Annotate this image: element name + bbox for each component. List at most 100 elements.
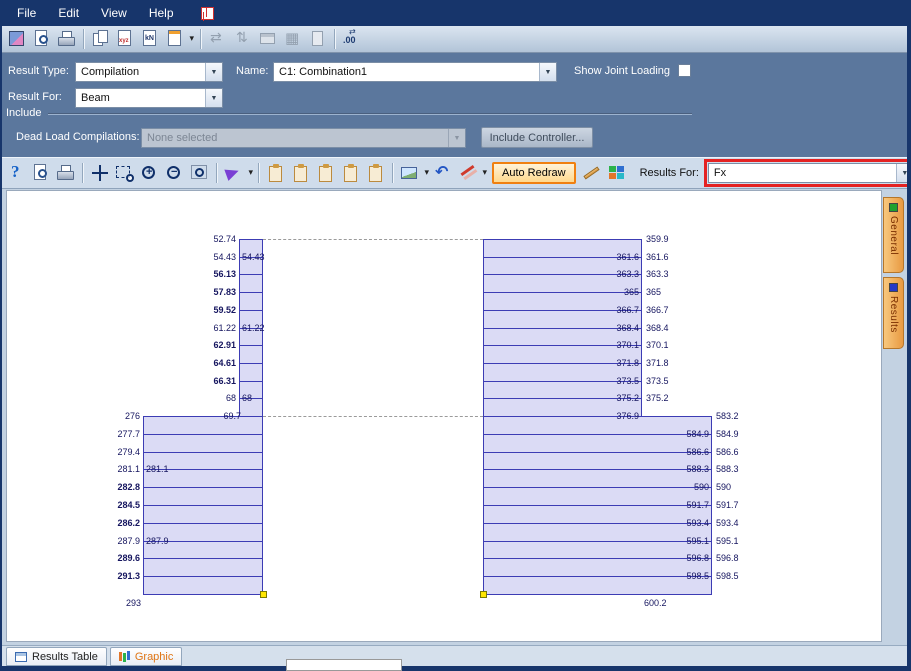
name-label: Name: [236,65,269,77]
diagram-value-label: 281.1 [117,464,140,475]
results-table-tab-label: Results Table [32,650,98,663]
image-dropdown-icon[interactable] [398,161,430,185]
tab-results[interactable]: Results [883,277,904,349]
draw-pen-icon[interactable] [580,161,604,185]
show-joint-loading-label: Show Joint Loading [574,65,671,77]
results-for-toolbar-label: Results For: [639,167,699,179]
export-xyz-icon[interactable] [114,27,138,51]
clipboard-save-icon[interactable] [339,161,363,185]
diagram-value-label: 365 [623,287,639,298]
results-panel: Result Type: Compilation ▼ Name: C1: Comb… [0,53,911,157]
toolbar-separator [334,29,336,49]
units-icon[interactable] [139,27,163,51]
include-controller-button[interactable]: Include Controller... [481,127,593,148]
tab-results-table[interactable]: Results Table [6,647,107,666]
window-bottom-edge [0,666,911,671]
bottom-tab-bar: Results Table Graphic [0,645,911,667]
diagram-value-label: 371.8 [646,357,669,368]
diagram-value-label: 64.61 [213,357,236,368]
diagram-value-label: 284.5 [117,500,140,510]
menu-help[interactable]: Help [138,2,185,24]
diagram-value-label: 282.8 [117,482,140,493]
result-for-combobox[interactable]: Beam ▼ [75,88,223,108]
diagram-value-label: 293 [125,598,141,608]
clipboard-view-icon[interactable] [314,161,338,185]
diagram-value-label: 584.9 [686,428,709,439]
chevron-down-icon[interactable]: ▼ [205,89,222,107]
diagram-value-label: 595.1 [716,535,739,546]
clipboard-copy-icon[interactable] [264,161,288,185]
node-handle[interactable] [480,591,487,598]
print-preview-icon[interactable] [30,27,54,51]
color-grid-icon[interactable] [605,161,629,185]
toolbar-separator [392,163,394,183]
zoom-extents-icon[interactable] [188,161,212,185]
annotate-dropdown-icon[interactable] [456,161,488,185]
side-tab-strip: General Results [882,189,908,645]
diagram-value-label: 363.3 [646,269,669,280]
diagram-value-label: 61.22 [213,322,236,333]
tab-general[interactable]: General [883,197,904,273]
window-left-edge [0,0,2,671]
diagram-value-label: 363.3 [616,269,639,280]
force-bar [143,505,263,524]
zoom-in-icon[interactable] [138,161,162,185]
chevron-down-icon[interactable]: ▼ [539,63,556,81]
diagram-value-label: 276 [124,411,140,421]
diagram-value-label: 595.1 [686,535,709,546]
diagram-value-label: 375.2 [646,393,669,404]
zoom-window-icon[interactable] [113,161,137,185]
diagram-canvas[interactable]: 52.74 54.43 54.43 56.13 57.83 59.52 61.22 61.22… [6,190,882,642]
menu-file[interactable]: File [6,2,47,24]
diagram-value-label: 591.7 [716,500,739,510]
pan-icon[interactable] [88,161,112,185]
undo-icon[interactable] [431,161,455,185]
redraw-dropdown-icon[interactable] [222,161,254,185]
main-toolbar [0,26,911,53]
print-icon[interactable] [54,161,78,185]
results-for-highlight-box: Fx ▼ [703,159,911,187]
diagram-value-label: 586.6 [716,446,739,457]
diagram-value-label: 281.1 [146,464,169,475]
zoom-out-icon[interactable] [163,161,187,185]
print-preview-icon[interactable] [29,161,53,185]
diagram-value-label: 359.9 [646,234,669,244]
force-bar [239,363,263,382]
diagram-value-label: 361.6 [646,251,669,262]
print-icon[interactable] [55,27,79,51]
help-icon[interactable] [4,161,28,185]
clipboard-report-icon[interactable] [364,161,388,185]
chevron-down-icon[interactable]: ▼ [205,63,222,81]
results-for-fx-combobox[interactable]: Fx ▼ [707,163,911,183]
diagram-value-label: 291.3 [117,571,140,582]
diagram-value-label: 370.1 [646,340,669,351]
diagram-value-label: 593.4 [686,517,709,528]
new-view-dropdown-icon[interactable] [164,27,196,51]
diagram-value-label: 57.83 [213,287,236,298]
result-for-label: Result For: [8,91,62,103]
dashed-reference-line [263,239,483,240]
bar-chart-icon [118,652,122,661]
graphics-toolbar-icons-left [4,161,488,185]
clipboard-paste-icon[interactable] [289,161,313,185]
diagram-value-label: 277.7 [117,428,140,439]
red-grid-icon[interactable] [199,5,215,21]
result-type-combobox[interactable]: Compilation ▼ [75,62,223,82]
node-handle[interactable] [260,591,267,598]
menu-view[interactable]: View [90,2,138,24]
force-bar [143,434,263,453]
show-joint-loading-checkbox[interactable] [678,64,691,77]
window-right-edge [907,0,911,671]
diagram-value-label: 52.74 [213,234,236,244]
graphics-toolbar: Auto Redraw Results For: Fx▼ [0,157,911,189]
decimal-places-icon[interactable] [340,27,364,51]
tab-graphic[interactable]: Graphic [109,647,183,666]
menu-edit[interactable]: Edit [47,2,90,24]
table-icon [15,651,27,662]
model-view-icon[interactable] [5,27,29,51]
diagram-value-label: 373.5 [646,375,669,386]
name-combobox[interactable]: C1: Combination1 ▼ [273,62,557,82]
diagram-value-label: 287.9 [146,535,169,546]
auto-redraw-button[interactable]: Auto Redraw [492,162,576,184]
copy-icon[interactable] [89,27,113,51]
